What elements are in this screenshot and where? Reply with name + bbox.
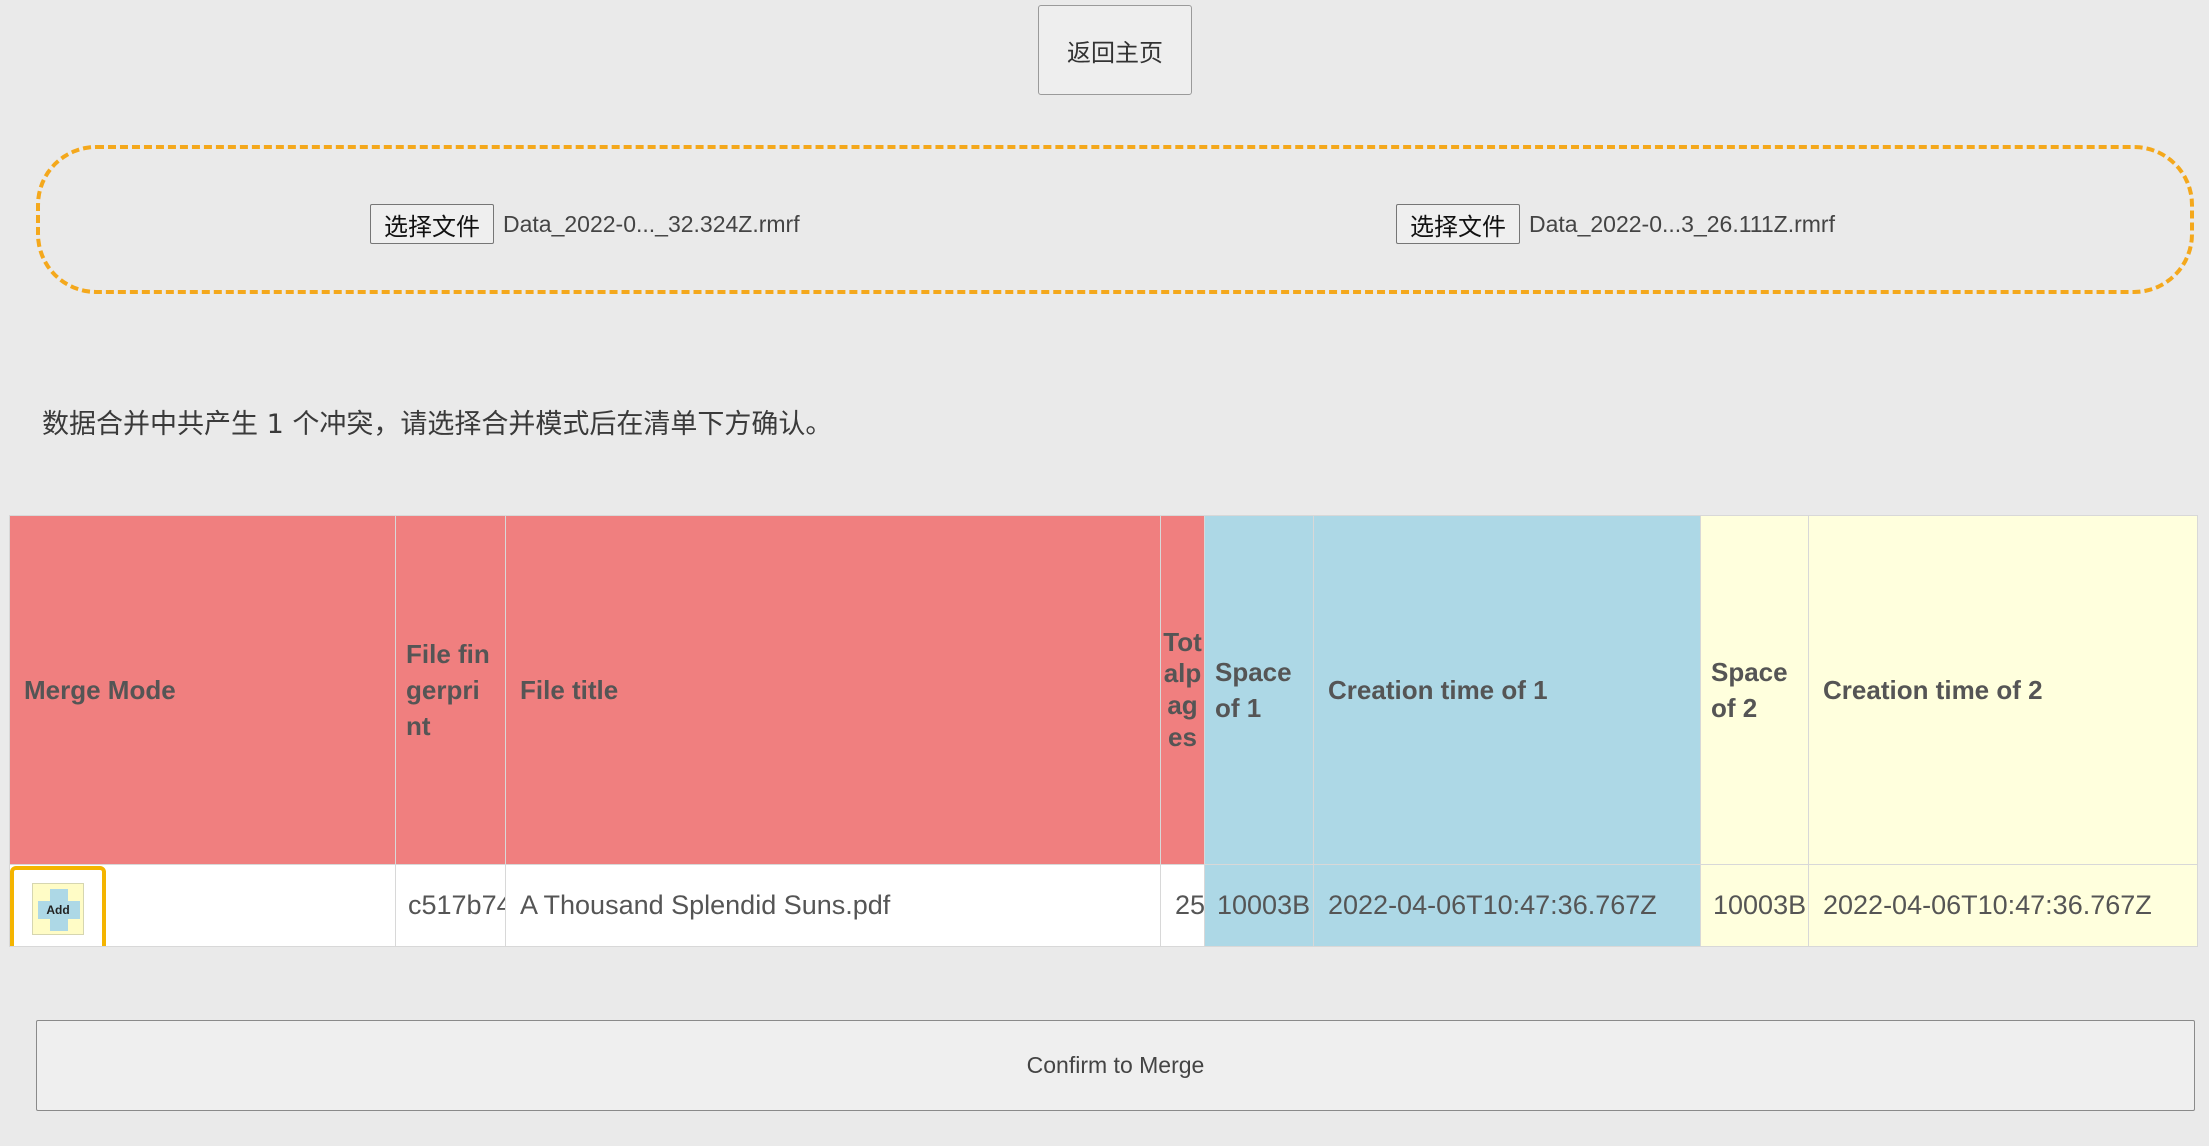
cell-space-of-1: 10003B	[1204, 864, 1314, 947]
choose-file-button-1[interactable]: 选择文件	[370, 204, 494, 244]
file-drop-zone[interactable]: 选择文件 Data_2022-0..._32.324Z.rmrf 选择文件 Da…	[36, 145, 2194, 294]
header-creation-time-of-1[interactable]: Creation time of 1	[1313, 515, 1701, 865]
choose-file-button-2[interactable]: 选择文件	[1396, 204, 1520, 244]
header-file-title[interactable]: File title	[505, 515, 1161, 865]
merge-mode-cell: Add	[9, 864, 396, 947]
add-plus-icon: Add	[32, 883, 84, 935]
cell-creation-time-of-1: 2022-04-06T10:47:36.767Z	[1313, 864, 1701, 947]
header-space-of-1[interactable]: Space of 1	[1204, 515, 1314, 865]
confirm-merge-button[interactable]: Confirm to Merge	[36, 1020, 2195, 1111]
header-file-fingerprint[interactable]: File fingerprint	[395, 515, 506, 865]
file-picker-2: 选择文件 Data_2022-0...3_26.111Z.rmrf	[1396, 204, 1835, 244]
conflict-table: Merge Mode File fingerprint File title T…	[9, 515, 2198, 947]
selected-file-name-2: Data_2022-0...3_26.111Z.rmrf	[1529, 210, 1835, 237]
cell-file-title: A Thousand Splendid Suns.pdf	[505, 864, 1161, 947]
merge-mode-toggle[interactable]: Add	[10, 866, 106, 946]
header-creation-time-of-2[interactable]: Creation time of 2	[1808, 515, 2198, 865]
cell-creation-time-of-2: 2022-04-06T10:47:36.767Z	[1808, 864, 2198, 947]
merge-mode-label: Add	[46, 903, 70, 917]
table-row: Add c517b74 A Thousand Splendid Suns.pdf…	[9, 864, 2198, 947]
cell-total-pages: 25	[1160, 864, 1205, 947]
header-space-of-2[interactable]: Space of 2	[1700, 515, 1809, 865]
conflict-message: 数据合并中共产生 1 个冲突，请选择合并模式后在清单下方确认。	[42, 409, 833, 440]
home-button[interactable]: 返回主页	[1038, 5, 1192, 95]
file-picker-1: 选择文件 Data_2022-0..._32.324Z.rmrf	[370, 204, 800, 244]
header-merge-mode[interactable]: Merge Mode	[9, 515, 396, 865]
table-header-row: Merge Mode File fingerprint File title T…	[9, 515, 2198, 865]
selected-file-name-1: Data_2022-0..._32.324Z.rmrf	[503, 210, 800, 237]
header-total-pages[interactable]: Totalpages	[1160, 515, 1205, 865]
cell-space-of-2: 10003B	[1700, 864, 1809, 947]
cell-file-fingerprint: c517b74	[395, 864, 506, 947]
